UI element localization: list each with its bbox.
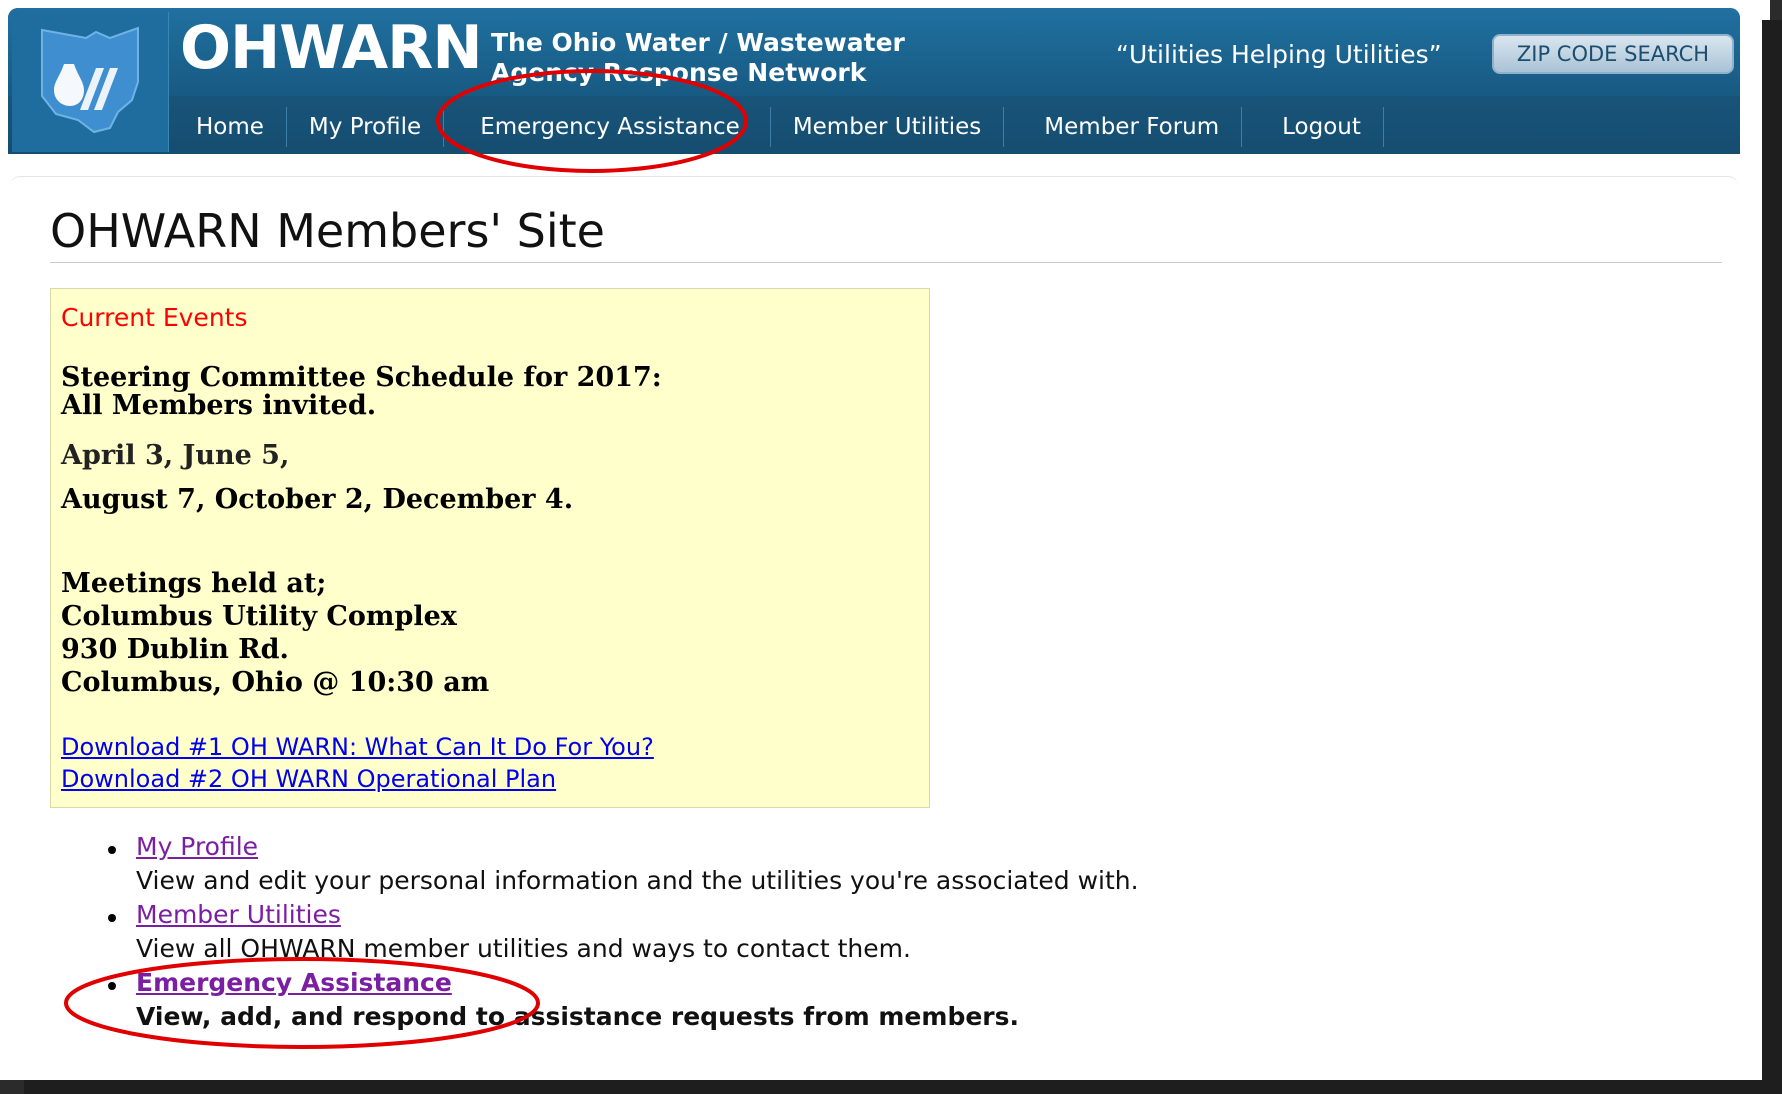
page-title: OHWARN Members' Site — [50, 204, 605, 258]
member-utilities-description: View all OHWARN member utilities and way… — [136, 934, 911, 963]
current-events-heading: Current Events — [61, 303, 248, 332]
dates-line-2: August 7, October 2, December 4. — [61, 484, 574, 515]
bullet-icon — [108, 914, 116, 922]
brand-name[interactable]: OHWARN — [180, 18, 483, 78]
download-1-link[interactable]: Download #1 OH WARN: What Can It Do For … — [61, 733, 654, 761]
header-tagline: “Utilities Helping Utilities” — [1116, 40, 1442, 69]
member-utilities-link[interactable]: Member Utilities — [136, 900, 341, 929]
ohio-water-drop-logo-icon — [41, 26, 139, 134]
my-profile-description: View and edit your personal information … — [136, 866, 1139, 895]
nav-my-profile[interactable]: My Profile — [287, 107, 445, 147]
logo-container[interactable] — [12, 12, 169, 152]
nav-home[interactable]: Home — [170, 107, 287, 147]
schedule-line-1: Steering Committee Schedule for 2017: — [61, 362, 662, 393]
nav-member-utilities[interactable]: Member Utilities — [771, 107, 1005, 147]
venue-line-1: Meetings held at; — [61, 568, 327, 599]
emergency-assistance-description: View, add, and respond to assistance req… — [136, 1002, 1019, 1031]
title-divider — [50, 262, 1722, 263]
site-header: OHWARN The Ohio Water / Wastewater Agenc… — [8, 8, 1740, 154]
emergency-assistance-link[interactable]: Emergency Assistance — [136, 968, 452, 997]
window-edge-bottom — [24, 1080, 1782, 1094]
main-nav: Home My Profile Emergency Assistance Mem… — [170, 104, 1384, 150]
schedule-line-2: All Members invited. — [61, 390, 377, 421]
brand-subtitle-line-2: Agency Response Network — [491, 58, 867, 87]
nav-member-forum[interactable]: Member Forum — [1004, 107, 1243, 147]
dates-line-1: April 3, June 5, — [61, 440, 290, 471]
zip-code-search-button[interactable]: ZIP CODE SEARCH — [1492, 34, 1734, 74]
venue-line-3: 930 Dublin Rd. — [61, 634, 289, 665]
nav-logout[interactable]: Logout — [1242, 107, 1384, 147]
my-profile-link[interactable]: My Profile — [136, 832, 258, 861]
venue-line-2: Columbus Utility Complex — [61, 601, 457, 632]
current-events-box: Current Events Steering Committee Schedu… — [50, 288, 930, 808]
window-edge-right — [1762, 20, 1782, 1094]
bullet-icon — [108, 982, 116, 990]
nav-emergency-assistance[interactable]: Emergency Assistance — [444, 107, 771, 147]
brand-subtitle-line-1: The Ohio Water / Wastewater — [491, 28, 905, 57]
download-2-link[interactable]: Download #2 OH WARN Operational Plan — [61, 765, 556, 793]
venue-line-4: Columbus, Ohio @ 10:30 am — [61, 667, 490, 698]
brand-subtitle: The Ohio Water / Wastewater Agency Respo… — [491, 28, 911, 88]
bullet-icon — [108, 846, 116, 854]
